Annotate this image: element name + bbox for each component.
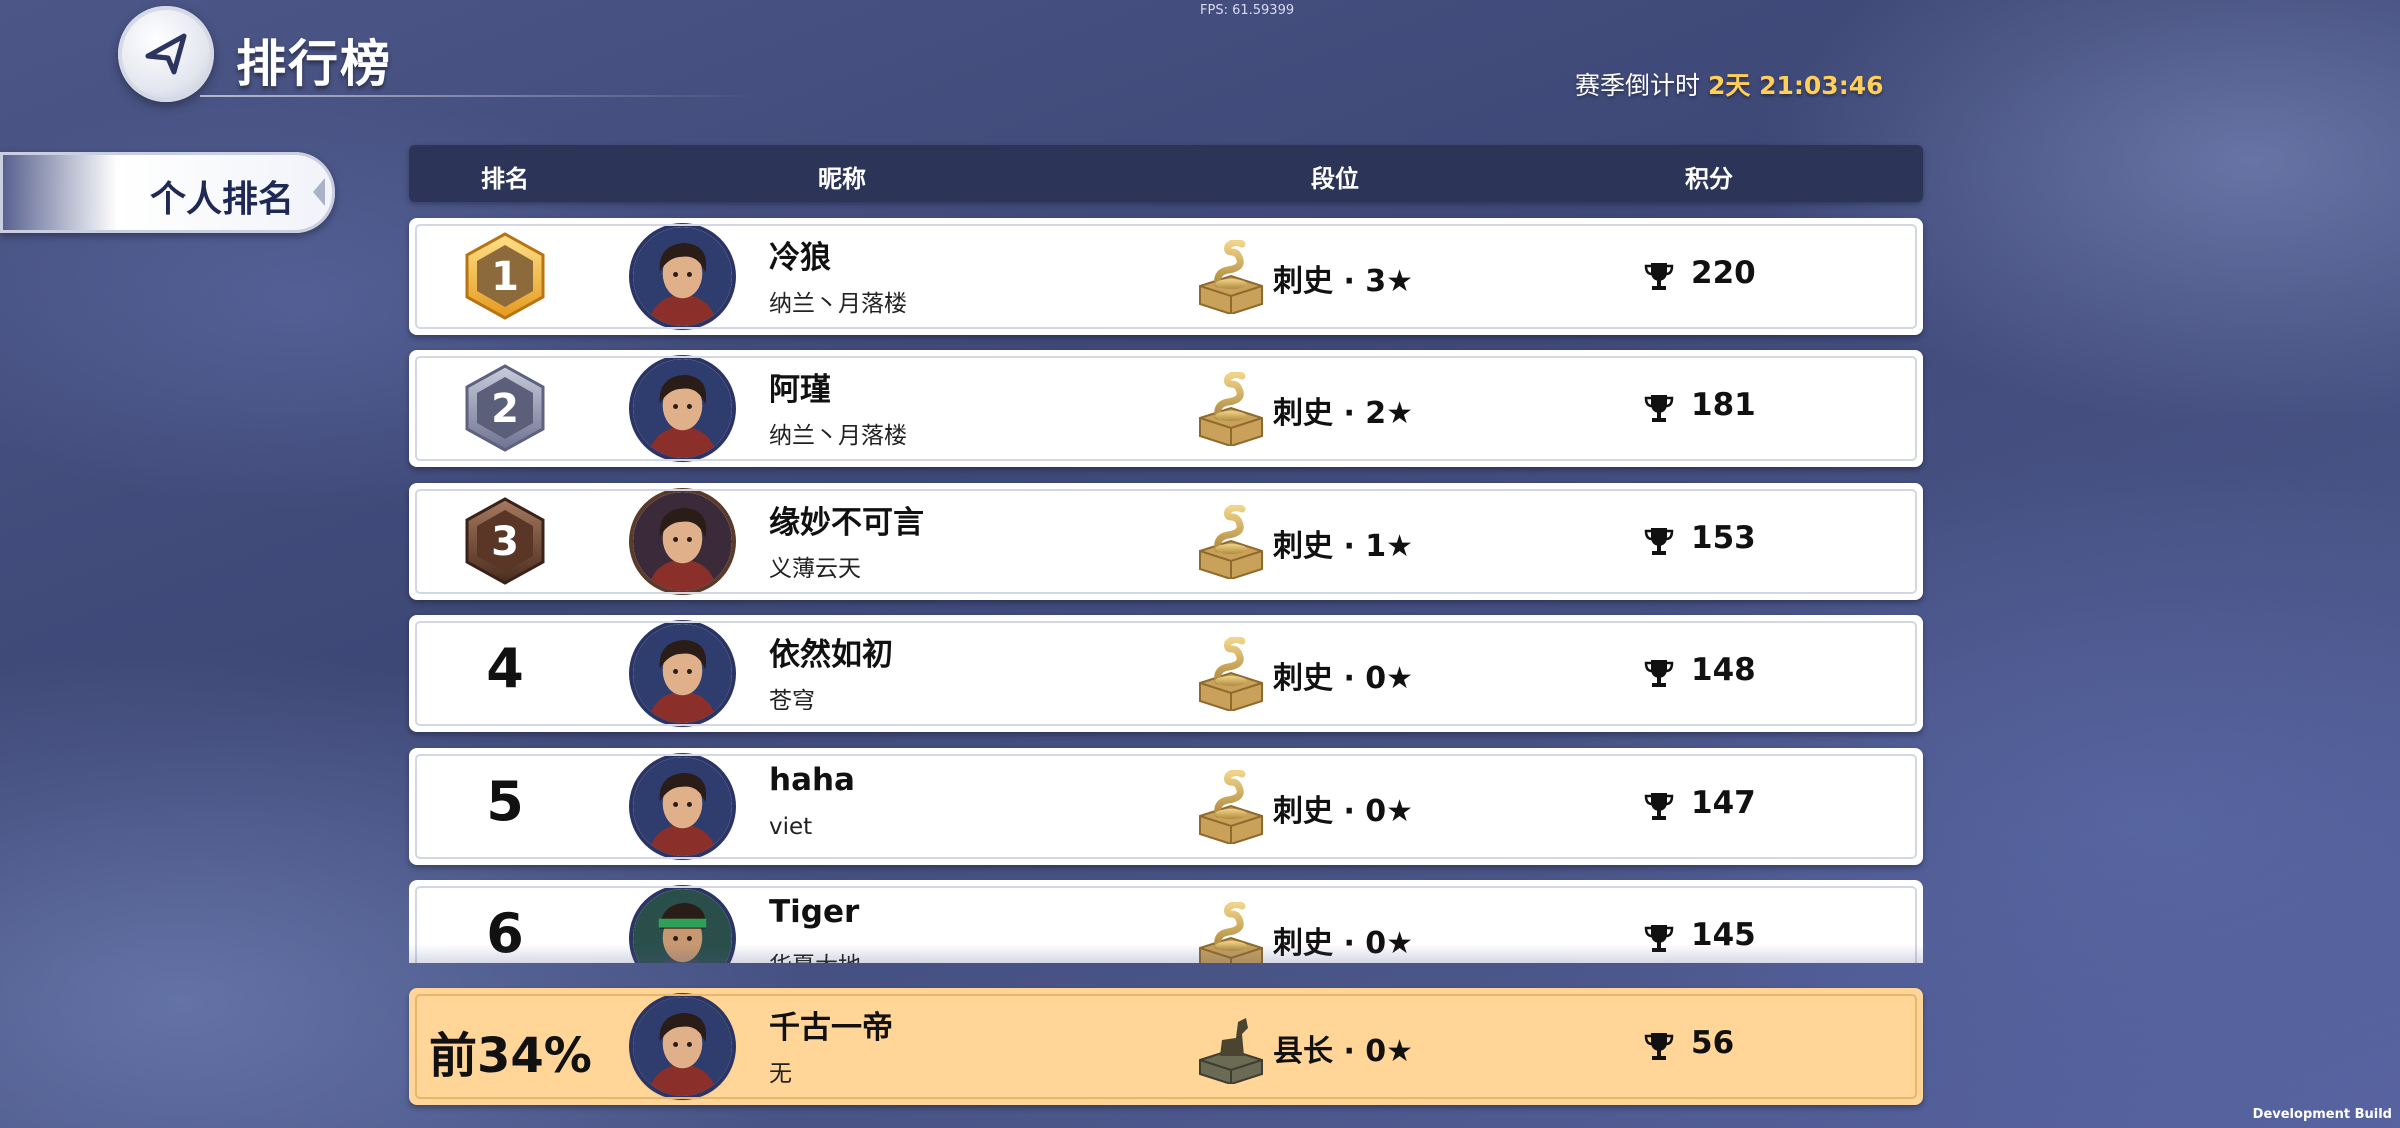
trophy-icon <box>1644 528 1674 555</box>
tier-label: 刺史 · 3★ <box>1273 264 1414 299</box>
guild-name: 义薄云天 <box>769 556 861 582</box>
rank-number: 5 <box>486 770 524 833</box>
score-value: 153 <box>1691 520 1756 556</box>
guild-name: 华夏大地 <box>769 946 861 963</box>
player-name: 冷狼 <box>769 240 831 276</box>
silver-rank-badge-icon: 2 <box>465 364 545 452</box>
rank-number: 3 <box>491 519 519 565</box>
ranking-row[interactable]: 1 冷狼 纳兰丶月落楼 刺史 · 3★ 220 <box>409 218 1923 335</box>
ranking-row[interactable]: 4 依然如初 苍穹 刺史 · 0★ 148 <box>409 615 1923 732</box>
player-name: 依然如初 <box>769 637 893 673</box>
trophy-icon <box>1644 925 1674 952</box>
horse-seal-icon <box>1199 1018 1263 1084</box>
score-value: 181 <box>1691 387 1756 423</box>
player-portrait-icon <box>633 757 732 856</box>
snake-seal-icon <box>1199 637 1263 711</box>
ranking-row[interactable]: 6 Tiger 华夏大地 刺史 · 0★ <box>409 880 1923 963</box>
player-portrait-icon <box>633 227 732 326</box>
trophy-icon <box>1644 395 1674 422</box>
player-portrait-icon <box>633 359 732 458</box>
tier-label: 刺史 · 0★ <box>1273 926 1414 961</box>
rank-number: 6 <box>486 902 524 963</box>
avatar[interactable] <box>633 624 732 723</box>
guild-name: 无 <box>769 1061 792 1087</box>
ranking-row[interactable]: 3 缘妙不可言 义薄云天 刺史 · 1★ 153 <box>409 483 1923 600</box>
self-ranking-row[interactable]: 前34% 千古一帝 无 县长 · 0★ 56 <box>409 988 1923 1105</box>
trophy-icon <box>1644 1033 1674 1060</box>
avatar[interactable] <box>633 757 732 856</box>
player-name: Tiger <box>769 894 860 930</box>
snake-seal-icon <box>1199 770 1263 844</box>
rank-number: 2 <box>491 386 519 432</box>
tier-label: 刺史 · 1★ <box>1273 529 1414 564</box>
avatar[interactable] <box>633 227 732 326</box>
snake-seal-icon <box>1199 505 1263 579</box>
guild-name: viet <box>769 814 813 840</box>
tier-label: 刺史 · 0★ <box>1273 661 1414 696</box>
tier-label: 刺史 · 2★ <box>1273 396 1414 431</box>
snake-seal-icon <box>1199 902 1263 963</box>
tier-label: 县长 · 0★ <box>1273 1034 1414 1069</box>
player-portrait-icon <box>633 492 732 591</box>
rank-number: 1 <box>491 254 519 300</box>
avatar[interactable] <box>633 359 732 458</box>
gold-rank-badge-icon: 1 <box>465 232 545 320</box>
ranking-row[interactable]: 5 haha viet 刺史 · 0★ 147 <box>409 748 1923 865</box>
development-build-label: Development Build <box>2252 1107 2392 1122</box>
guild-name: 纳兰丶月落楼 <box>769 423 907 449</box>
avatar[interactable] <box>633 889 732 963</box>
player-portrait-icon <box>633 997 732 1096</box>
guild-name: 苍穹 <box>769 688 815 714</box>
ranking-list[interactable]: 1 冷狼 纳兰丶月落楼 刺史 · 3★ 220 2 阿瑾 纳兰丶月落楼 刺史 ·… <box>0 0 2400 963</box>
player-portrait-icon <box>633 624 732 723</box>
player-name: 千古一帝 <box>769 1010 893 1046</box>
avatar[interactable] <box>633 492 732 591</box>
ranking-row[interactable]: 2 阿瑾 纳兰丶月落楼 刺史 · 2★ 181 <box>409 350 1923 467</box>
bronze-rank-badge-icon: 3 <box>465 497 545 585</box>
score-value: 147 <box>1691 785 1756 821</box>
score-value: 56 <box>1691 1025 1735 1061</box>
player-name: 阿瑾 <box>769 372 831 408</box>
tier-label: 刺史 · 0★ <box>1273 794 1414 829</box>
player-portrait-icon <box>633 889 732 963</box>
avatar[interactable] <box>633 997 732 1096</box>
player-name: haha <box>769 762 855 798</box>
score-value: 148 <box>1691 652 1756 688</box>
trophy-icon <box>1644 660 1674 687</box>
snake-seal-icon <box>1199 240 1263 314</box>
trophy-icon <box>1644 793 1674 820</box>
player-name: 缘妙不可言 <box>769 505 924 541</box>
snake-seal-icon <box>1199 372 1263 446</box>
trophy-icon <box>1644 263 1674 290</box>
score-value: 145 <box>1691 917 1756 953</box>
rank-number: 4 <box>486 637 524 700</box>
self-rank-percentile: 前34% <box>429 1028 592 1084</box>
score-value: 220 <box>1691 255 1756 291</box>
guild-name: 纳兰丶月落楼 <box>769 291 907 317</box>
